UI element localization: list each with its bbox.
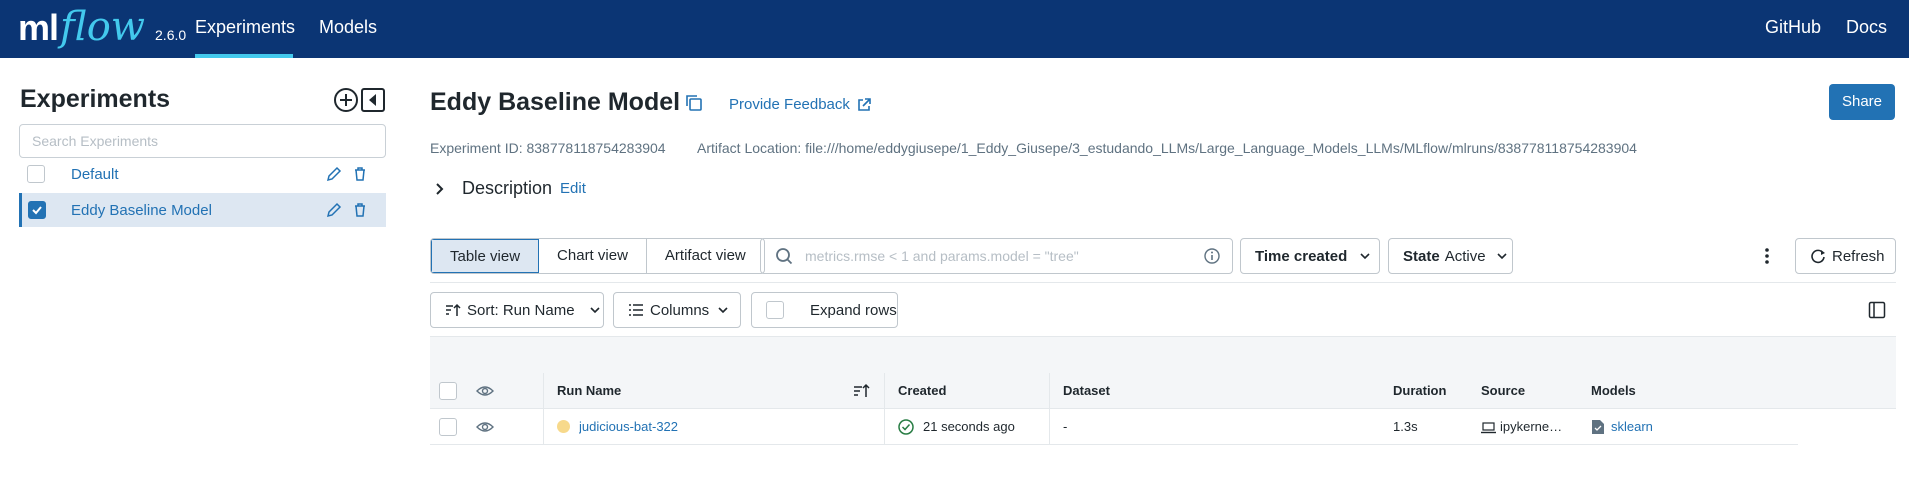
edit-pencil-icon[interactable] (326, 166, 342, 182)
time-created-dropdown[interactable]: Time created (1240, 238, 1380, 274)
check-circle-icon (898, 419, 914, 435)
description-section[interactable]: Description Edit (432, 178, 586, 199)
run-created: 21 seconds ago (923, 419, 1015, 434)
sort-dropdown[interactable]: Sort: Run Name (430, 292, 604, 328)
chevron-down-icon (1496, 253, 1507, 260)
mlflow-logo[interactable]: ml flow 2.6.0 (18, 2, 186, 52)
column-divider (543, 373, 544, 445)
table-group-header (430, 336, 1896, 373)
expand-rows-toggle[interactable]: Expand rows (751, 292, 898, 328)
description-edit-link[interactable]: Edit (560, 180, 586, 197)
column-header-duration[interactable]: Duration (1393, 373, 1446, 409)
chevron-down-icon (1360, 253, 1370, 260)
copy-icon[interactable] (685, 94, 703, 112)
list-icon (629, 304, 643, 316)
time-created-label: Time created (1255, 247, 1348, 265)
expand-rows-checkbox[interactable] (766, 301, 784, 319)
add-experiment-icon[interactable] (333, 87, 359, 113)
column-divider (884, 373, 885, 445)
version-label: 2.6.0 (155, 27, 187, 43)
feedback-label: Provide Feedback (729, 96, 850, 113)
run-model-link[interactable]: sklearn (1611, 409, 1653, 445)
sort-label: Sort: Run Name (467, 301, 575, 319)
experiment-name[interactable]: Eddy Baseline Model (71, 202, 212, 219)
nav-experiments[interactable]: Experiments (195, 0, 295, 58)
check-icon (32, 206, 42, 215)
experiment-id: Experiment ID: 838778118754283904 (430, 140, 666, 156)
eye-icon[interactable] (476, 383, 494, 399)
run-status-dot (557, 420, 570, 433)
column-header-run-name[interactable]: Run Name (557, 373, 621, 409)
sort-icon (446, 303, 461, 316)
refresh-icon (1811, 249, 1825, 264)
column-header-models[interactable]: Models (1591, 373, 1636, 409)
column-divider (1049, 373, 1050, 445)
tab-table-view[interactable]: Table view (431, 239, 540, 273)
select-all-checkbox[interactable] (439, 382, 457, 400)
run-duration: 1.3s (1393, 419, 1418, 434)
nav-docs[interactable]: Docs (1846, 0, 1887, 58)
view-switcher: Table view Chart view Artifact view (430, 238, 765, 274)
model-file-icon (1592, 420, 1604, 434)
run-source[interactable]: ipykerne… (1500, 409, 1570, 445)
top-navigation-bar: ml flow 2.6.0 Experiments Models GitHub … (0, 0, 1909, 58)
experiment-name[interactable]: Default (71, 166, 119, 183)
chevron-down-icon (589, 307, 600, 314)
column-header-dataset[interactable]: Dataset (1063, 373, 1110, 409)
laptop-icon (1481, 422, 1496, 434)
experiment-checkbox[interactable] (27, 165, 45, 183)
sidebar-panel-icon[interactable] (1868, 301, 1886, 319)
column-header-created[interactable]: Created (898, 373, 946, 409)
state-label: State (1403, 247, 1440, 265)
experiment-item-eddy-baseline-model[interactable]: Eddy Baseline Model (19, 193, 386, 227)
nav-github[interactable]: GitHub (1765, 0, 1821, 58)
column-header-source[interactable]: Source (1481, 373, 1525, 409)
search-experiments-input[interactable]: Search Experiments (19, 124, 386, 158)
filter-placeholder: metrics.rmse < 1 and params.model = "tre… (805, 248, 1079, 264)
trash-icon[interactable] (352, 166, 368, 182)
sidebar-title: Experiments (20, 85, 171, 113)
artifact-location: Artifact Location: file:///home/eddygius… (697, 140, 1637, 156)
refresh-label: Refresh (1832, 247, 1885, 265)
tab-artifact-view[interactable]: Artifact view (647, 239, 764, 273)
run-dataset: - (1063, 419, 1068, 434)
tab-chart-view[interactable]: Chart view (539, 239, 647, 273)
refresh-button[interactable]: Refresh (1795, 238, 1896, 274)
logo-ml-text: ml (18, 7, 59, 48)
eye-icon[interactable] (476, 419, 494, 435)
sort-icon[interactable] (853, 382, 871, 400)
chevron-right-icon[interactable] (432, 182, 446, 196)
columns-dropdown[interactable]: Columns (613, 292, 741, 328)
experiment-item-default[interactable]: Default (19, 157, 386, 191)
trash-icon[interactable] (352, 202, 368, 218)
run-name-link[interactable]: judicious-bat-322 (579, 409, 678, 445)
experiment-checkbox-checked[interactable] (28, 201, 46, 219)
search-icon (776, 248, 793, 265)
nav-models[interactable]: Models (319, 0, 377, 58)
state-value: Active (1444, 247, 1486, 265)
external-link-icon (858, 97, 871, 111)
logo-flow-text: flow (60, 4, 146, 50)
chevron-down-icon (718, 307, 728, 314)
search-runs-input[interactable]: metrics.rmse < 1 and params.model = "tre… (760, 238, 1233, 274)
experiment-title: Eddy Baseline Model (430, 88, 681, 116)
row-checkbox[interactable] (439, 418, 457, 436)
collapse-sidebar-icon[interactable] (360, 87, 386, 113)
columns-label: Columns (650, 301, 710, 319)
description-label: Description (462, 178, 553, 198)
share-button[interactable]: Share (1829, 84, 1895, 120)
table-header-row (430, 373, 1896, 409)
expand-rows-label: Expand rows (810, 301, 897, 319)
provide-feedback-link[interactable]: Provide Feedback (729, 96, 872, 113)
edit-pencil-icon[interactable] (326, 202, 342, 218)
toolbar-divider (430, 282, 1896, 283)
more-options-icon[interactable] (1759, 246, 1775, 266)
info-icon[interactable] (1204, 248, 1220, 264)
state-dropdown[interactable]: State Active (1388, 238, 1513, 274)
